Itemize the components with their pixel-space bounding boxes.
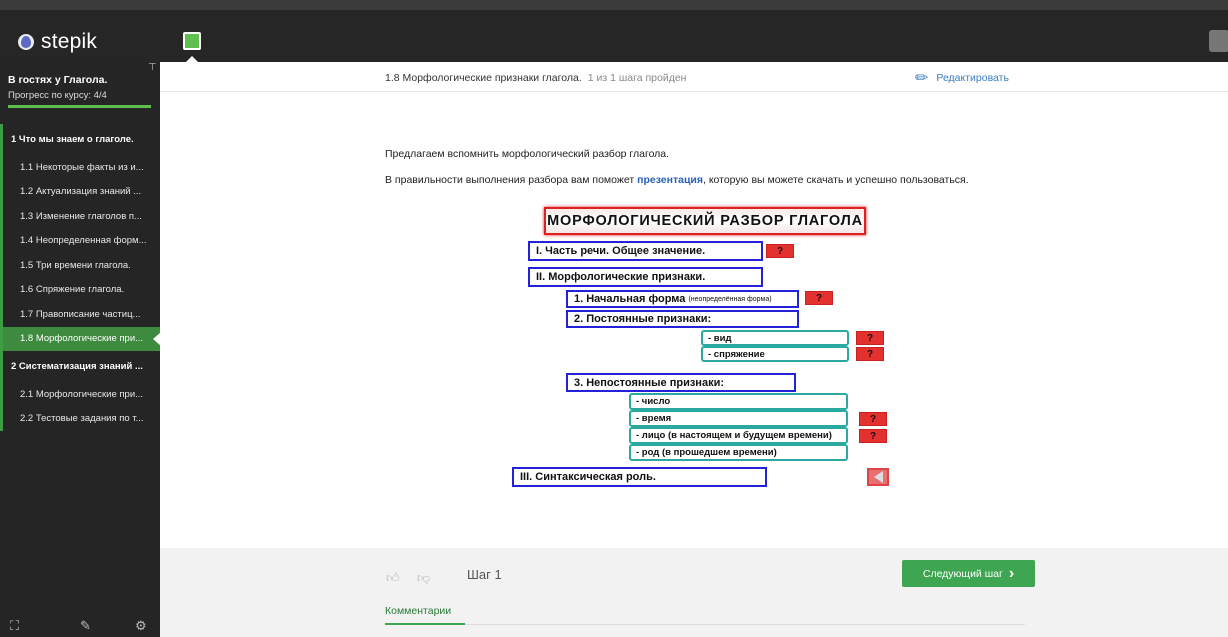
tense-box[interactable]: - время xyxy=(629,410,848,427)
next-step-label: Следующий шаг xyxy=(922,567,1003,580)
course-progress-fill xyxy=(8,105,151,108)
step-title-text: 1.8 Морфологические признаки глагола. xyxy=(385,72,582,84)
step-label: Шаг 1 xyxy=(467,567,502,582)
pin-icon[interactable]: ⊤ xyxy=(148,62,157,73)
sidebar-footer: ⛶ ✎ ⚙ xyxy=(0,618,160,637)
fullscreen-icon[interactable]: ⛶ xyxy=(10,618,19,634)
question-button-aspect[interactable]: ? xyxy=(856,331,884,345)
logo-text: stepik xyxy=(41,30,98,53)
tab-comments-underline xyxy=(385,623,465,625)
course-progress-bar xyxy=(8,105,151,108)
pencil-icon: ✏ xyxy=(915,70,929,87)
lesson-item-1-1[interactable]: 1.1 Некоторые факты из и... xyxy=(0,155,160,180)
lesson-item-2-1[interactable]: 2.1 Морфологические при... xyxy=(0,382,160,407)
thumbs-down-icon[interactable]: 👎︎ xyxy=(417,570,430,586)
back-arrow-icon xyxy=(873,471,883,483)
number-box[interactable]: - число xyxy=(629,393,848,410)
presentation-paragraph: В правильности выполнения разбора вам по… xyxy=(385,174,969,186)
aspect-box[interactable]: - вид xyxy=(701,330,849,346)
course-sidebar: В гостях у Глагола. ⊤ Прогресс по курсу:… xyxy=(0,62,160,637)
next-step-button[interactable]: Следующий шаг › xyxy=(902,560,1035,587)
edit-label: Редактировать xyxy=(936,72,1009,84)
intro-paragraph: Предлагаем вспомнить морфологический раз… xyxy=(385,148,670,160)
initial-form-label: 1. Начальная форма xyxy=(574,293,686,305)
step-header: 1.8 Морфологические признаки глагола. 1 и… xyxy=(160,62,1228,92)
morph-features-box[interactable]: II. Морфологические признаки. xyxy=(528,267,763,287)
person-box[interactable]: - лицо (в настоящем и будущем времени) xyxy=(629,427,848,444)
question-button-conjugation[interactable]: ? xyxy=(856,347,884,361)
variable-features-box[interactable]: 3. Непостоянные признаки: xyxy=(566,373,796,392)
lesson-item-1-6[interactable]: 1.6 Спряжение глагола. xyxy=(0,277,160,302)
initial-form-note: (неопределённая форма) xyxy=(688,295,772,303)
lesson-item-1-7[interactable]: 1.7 Правописание частиц... xyxy=(0,302,160,327)
lesson-item-1-2[interactable]: 1.2 Актуализация знаний ... xyxy=(0,179,160,204)
step-progress-text: 1 из 1 шага пройден xyxy=(587,72,687,84)
conjugation-box[interactable]: - спряжение xyxy=(701,346,849,362)
syntactic-role-box[interactable]: III. Синтаксическая роль. xyxy=(512,467,767,487)
lesson-item-1-5[interactable]: 1.5 Три времени глагола. xyxy=(0,253,160,278)
step-footer: 👍︎ 👎︎ Шаг 1 Следующий шаг › Комментарии xyxy=(160,548,1228,637)
question-button-initial-form[interactable]: ? xyxy=(805,291,833,305)
section-2[interactable]: 2 Систематизация знаний ... xyxy=(0,351,160,382)
course-title[interactable]: В гостях у Глагола. xyxy=(8,74,107,86)
lesson-item-1-4[interactable]: 1.4 Неопределенная форм... xyxy=(0,228,160,253)
lesson-menu: 1 Что мы знаем о глаголе. 1.1 Некоторые … xyxy=(0,124,160,431)
section-1[interactable]: 1 Что мы знаем о глаголе. xyxy=(0,124,160,155)
paragraph-text-after: , которую вы можете скачать и успешно по… xyxy=(703,174,969,186)
scheme-title: МОРФОЛОГИЧЕСКИЙ РАЗБОР ГЛАГОЛА xyxy=(544,207,866,235)
initial-form-box[interactable]: 1. Начальная форма (неопределённая форма… xyxy=(566,290,799,308)
top-navbar: stepik xyxy=(0,0,1228,62)
tabs-divider xyxy=(385,624,1025,625)
question-button-person[interactable]: ? xyxy=(859,429,887,443)
stepik-logo[interactable]: stepik xyxy=(18,30,97,54)
settings-gear-icon[interactable]: ⚙ xyxy=(135,618,147,634)
course-progress-label: Прогресс по курсу: 4/4 xyxy=(8,90,107,101)
lesson-item-2-2[interactable]: 2.2 Тестовые задания по т... xyxy=(0,406,160,431)
thumbs-up-icon[interactable]: 👍︎ xyxy=(386,570,400,586)
question-button-part1[interactable]: ? xyxy=(766,244,794,258)
presentation-link[interactable]: презентация xyxy=(637,174,703,186)
chevron-right-icon: › xyxy=(1008,564,1015,582)
stepik-logo-icon xyxy=(18,34,34,50)
back-arrow-button[interactable] xyxy=(867,468,889,486)
constant-features-box[interactable]: 2. Постоянные признаки: xyxy=(566,310,799,328)
lesson-item-1-8[interactable]: 1.8 Морфологические при... xyxy=(0,326,160,351)
edit-pencil-icon[interactable]: ✎ xyxy=(80,618,91,634)
avatar[interactable] xyxy=(1209,30,1228,52)
paragraph-text-before: В правильности выполнения разбора вам по… xyxy=(385,174,638,186)
part-of-speech-box[interactable]: I. Часть речи. Общее значение. xyxy=(528,241,763,261)
question-button-tense[interactable]: ? xyxy=(859,412,887,426)
step-title: 1.8 Морфологические признаки глагола. 1 и… xyxy=(385,72,686,84)
gender-box[interactable]: - род (в прошедшем времени) xyxy=(629,444,848,461)
step-indicator-button[interactable] xyxy=(183,32,201,50)
lesson-item-1-3[interactable]: 1.3 Изменение глаголов п... xyxy=(0,204,160,229)
tab-comments[interactable]: Комментарии xyxy=(385,605,451,617)
browser-toolbar-strip xyxy=(0,0,1228,10)
edit-button[interactable]: ✏ Редактировать xyxy=(915,68,1009,88)
